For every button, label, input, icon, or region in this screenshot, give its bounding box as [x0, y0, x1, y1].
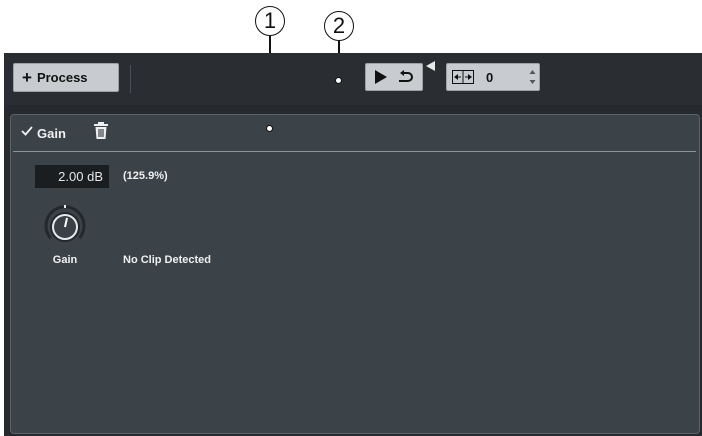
callout-1-dot	[266, 125, 273, 132]
effect-header[interactable]: Gain	[11, 115, 699, 151]
gain-percent: (125.9%)	[123, 170, 168, 182]
callout-1: 1	[255, 6, 285, 36]
effect-name: Gain	[37, 126, 66, 141]
loop-icon	[399, 70, 413, 82]
stretch-value: 0	[486, 70, 494, 85]
preview-play-button[interactable]	[365, 63, 423, 91]
header-divider	[13, 151, 696, 152]
process-button[interactable]: + Process	[13, 63, 119, 92]
stretch-field[interactable]: 0	[446, 63, 540, 91]
gain-effect-panel: Gain 2.00 dB (125.9%) Gain No Clip Detec…	[10, 114, 700, 434]
callout-2-dot	[335, 77, 342, 84]
process-window: + Process 0 Gain 2.00 dB (125.9%) Gain N…	[4, 53, 702, 436]
clip-status: No Clip Detected	[123, 254, 212, 266]
process-button-label: Process	[36, 70, 88, 85]
plus-icon: +	[22, 67, 32, 87]
knob-icon[interactable]	[43, 203, 87, 247]
knob-label: Gain	[52, 254, 78, 266]
callout-2: 2	[324, 11, 354, 41]
menu-arrow-icon[interactable]	[426, 61, 435, 71]
stretch-icon	[452, 70, 474, 84]
check-icon[interactable]	[21, 125, 33, 137]
gain-value-field[interactable]: 2.00 dB	[35, 165, 109, 188]
toolbar: + Process 0	[4, 53, 702, 105]
trash-icon[interactable]	[94, 122, 108, 139]
toolbar-separator	[130, 65, 131, 93]
play-icon	[375, 70, 387, 84]
stepper-icon[interactable]	[529, 68, 536, 86]
